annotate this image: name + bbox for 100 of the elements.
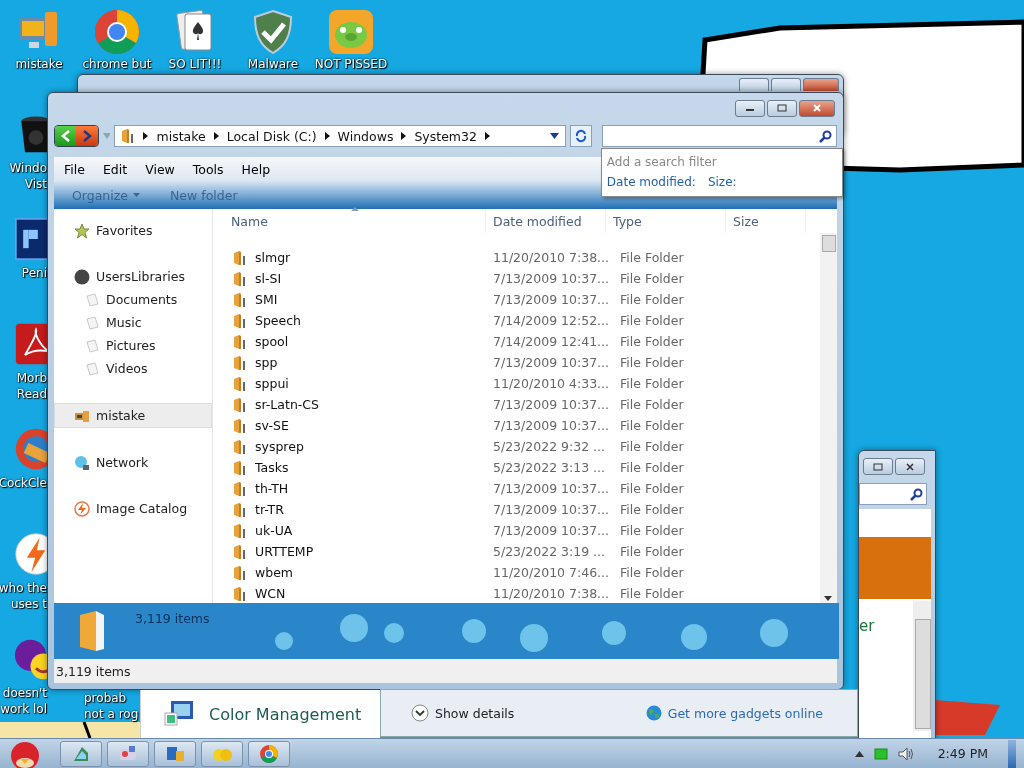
file-name[interactable]: spp — [255, 355, 278, 370]
maximize-button[interactable] — [863, 458, 893, 475]
icon-label: NOT PISSED — [314, 56, 388, 72]
filter-link[interactable]: Size: — [707, 172, 737, 192]
gadgets-link[interactable]: Get more gadgets online — [667, 705, 823, 721]
scroll-thumb[interactable] — [822, 235, 836, 252]
file-name[interactable]: sppui — [255, 376, 289, 391]
back-button[interactable] — [55, 126, 77, 146]
folder-icon — [233, 396, 247, 413]
ps-icon[interactable] — [14, 217, 47, 261]
table-cell-text: 7/13/2009 10:37... — [492, 481, 610, 496]
chevron-icon — [411, 704, 429, 722]
sidebar-item[interactable]: UsersLibraries — [54, 265, 212, 288]
close-button[interactable] — [895, 458, 925, 475]
taskbar-button[interactable] — [60, 740, 102, 767]
icon-label: Peni — [21, 265, 47, 281]
icon-label: Windo — [9, 160, 47, 176]
column-header[interactable]: Date modified — [486, 209, 606, 233]
speaker-icon[interactable] — [897, 746, 914, 761]
sidebar-item[interactable]: Network — [54, 451, 212, 474]
chrome-icon[interactable] — [93, 8, 141, 56]
chevron-icon[interactable] — [213, 132, 219, 140]
minimize-button[interactable] — [735, 99, 765, 117]
refresh-button[interactable] — [570, 125, 592, 147]
clock[interactable]: 2:49 PM — [937, 746, 988, 761]
disc-icon — [74, 268, 90, 285]
menu-item[interactable]: Tools — [192, 161, 224, 177]
file-name[interactable]: wbem — [255, 565, 294, 580]
page-icon — [84, 337, 100, 354]
sidebar-item[interactable]: mistake — [54, 403, 212, 428]
menu-item[interactable]: File — [64, 161, 85, 177]
column-header[interactable]: Type — [606, 209, 726, 233]
breadcrumb-item[interactable]: System32 — [414, 128, 477, 144]
taskbar-button[interactable] — [107, 740, 149, 767]
banner — [859, 537, 931, 599]
icon-label: work lol — [0, 701, 47, 717]
refresh-icon — [574, 129, 589, 143]
file-name[interactable]: sr-Latn-CS — [255, 397, 319, 412]
breadcrumb-item[interactable]: Windows — [337, 128, 394, 144]
menu-item[interactable]: Edit — [102, 161, 128, 177]
table-cell-text: 5/23/2022 3:19 ... — [492, 544, 607, 559]
sidebar-item[interactable]: Documents — [54, 288, 212, 311]
filter-link[interactable]: Date modified: — [606, 172, 696, 192]
search-icon — [819, 129, 832, 143]
show-desktop-button[interactable] — [1008, 739, 1016, 768]
bolt-icon[interactable] — [14, 532, 47, 576]
file-name[interactable]: URTTEMP — [255, 544, 314, 559]
file-name[interactable]: SMI — [255, 292, 278, 307]
chevron-icon[interactable] — [484, 132, 490, 140]
app-icon — [258, 742, 280, 765]
menu-item[interactable]: View — [145, 161, 175, 177]
chevron-icon[interactable] — [401, 132, 407, 140]
file-name[interactable]: sv-SE — [255, 418, 289, 433]
folder-icon — [233, 459, 247, 476]
chevron-icon[interactable] — [143, 132, 149, 140]
network-icon — [74, 454, 90, 471]
address-bar[interactable]: mistake Local Disk (C:) Windows System32 — [114, 125, 567, 147]
search-field[interactable] — [859, 483, 927, 505]
scroll-down-icon[interactable] — [824, 596, 832, 601]
folder-icon — [233, 417, 247, 434]
taskbar-button[interactable] — [154, 740, 196, 767]
breadcrumb-item[interactable]: mistake — [156, 128, 206, 144]
sidebar-item[interactable]: Favorites — [54, 219, 212, 242]
table-cell-text: 11/20/2010 4:33... — [492, 376, 610, 391]
scrollbar[interactable] — [913, 601, 931, 731]
caret-icon — [133, 193, 140, 197]
file-name[interactable]: tr-TR — [255, 502, 284, 517]
taskbar-button[interactable] — [248, 740, 290, 767]
pig-icon[interactable] — [327, 8, 375, 56]
chevron-icon[interactable] — [324, 132, 330, 140]
sidebar-item[interactable]: Videos — [54, 357, 212, 380]
file-name[interactable]: WCN — [255, 586, 286, 601]
forward-button[interactable] — [76, 126, 98, 146]
breadcrumb-item[interactable]: Local Disk (C:) — [226, 128, 317, 144]
file-name[interactable]: Tasks — [255, 460, 289, 475]
sidebar-item[interactable]: Pictures — [54, 334, 212, 357]
file-name[interactable]: uk-UA — [255, 523, 293, 538]
dropdown-icon[interactable] — [550, 133, 560, 139]
file-name[interactable]: spool — [255, 334, 289, 349]
caret-icon[interactable] — [854, 750, 864, 757]
item-count: 3,119 items — [135, 611, 210, 626]
file-name[interactable]: Speech — [255, 313, 302, 328]
maximize-button[interactable] — [771, 78, 801, 91]
column-header[interactable]: Size — [726, 209, 806, 233]
file-name[interactable]: sysprep — [255, 439, 304, 454]
menu-item[interactable]: Help — [241, 161, 271, 177]
scrollbar[interactable] — [820, 233, 837, 603]
taskbar-button[interactable] — [201, 740, 243, 767]
table-cell-text: 7/13/2009 10:37... — [492, 523, 610, 538]
sidebar-item[interactable]: Music — [54, 311, 212, 334]
file-name[interactable]: slmgr — [255, 250, 291, 265]
scroll-thumb[interactable] — [915, 619, 931, 729]
pdf-icon[interactable] — [14, 322, 47, 366]
file-name[interactable]: sl-SI — [255, 271, 282, 286]
sidebar-item[interactable]: Image Catalog — [54, 497, 212, 520]
show-details-button[interactable]: Show details — [411, 704, 515, 722]
file-name[interactable]: th-TH — [255, 481, 289, 496]
page-icon — [84, 360, 100, 377]
maximize-button[interactable] — [767, 99, 797, 117]
table-cell-text: 5/23/2022 9:32 ... — [492, 439, 607, 454]
